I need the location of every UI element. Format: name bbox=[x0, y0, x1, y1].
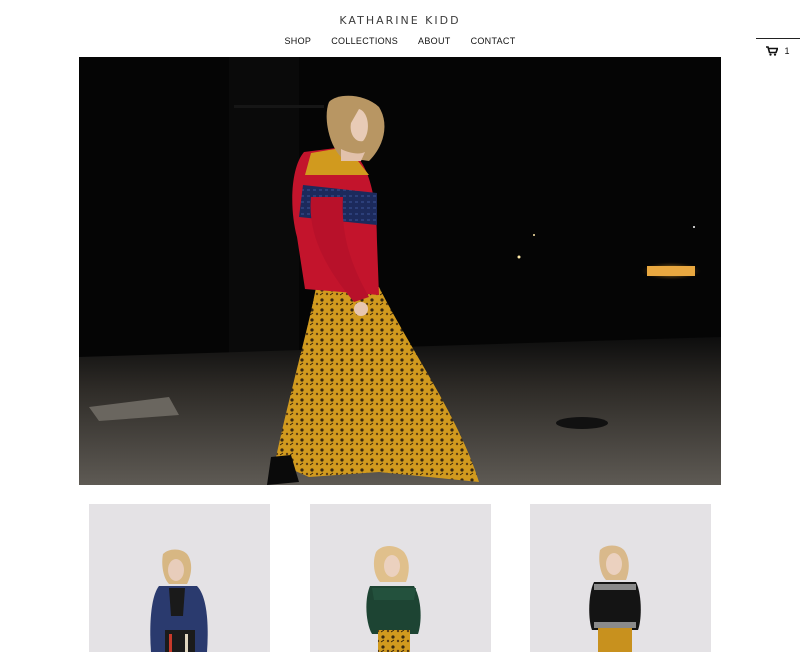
product-card-2[interactable] bbox=[310, 504, 491, 652]
product-card-1[interactable] bbox=[89, 504, 270, 652]
product-grid bbox=[89, 504, 711, 652]
nav-contact[interactable]: CONTACT bbox=[471, 36, 516, 46]
product-card-3[interactable] bbox=[530, 504, 711, 652]
brand-logo[interactable]: KATHARINE KIDD bbox=[0, 14, 800, 27]
nav-about[interactable]: ABOUT bbox=[418, 36, 451, 46]
cart-button[interactable]: 1 bbox=[756, 38, 800, 59]
nav-shop[interactable]: SHOP bbox=[285, 36, 312, 46]
main-nav: SHOP COLLECTIONS ABOUT CONTACT bbox=[0, 36, 800, 46]
cart-icon bbox=[766, 46, 779, 56]
hero-image[interactable] bbox=[79, 57, 721, 485]
cart-count: 1 bbox=[784, 46, 790, 56]
nav-collections[interactable]: COLLECTIONS bbox=[331, 36, 398, 46]
